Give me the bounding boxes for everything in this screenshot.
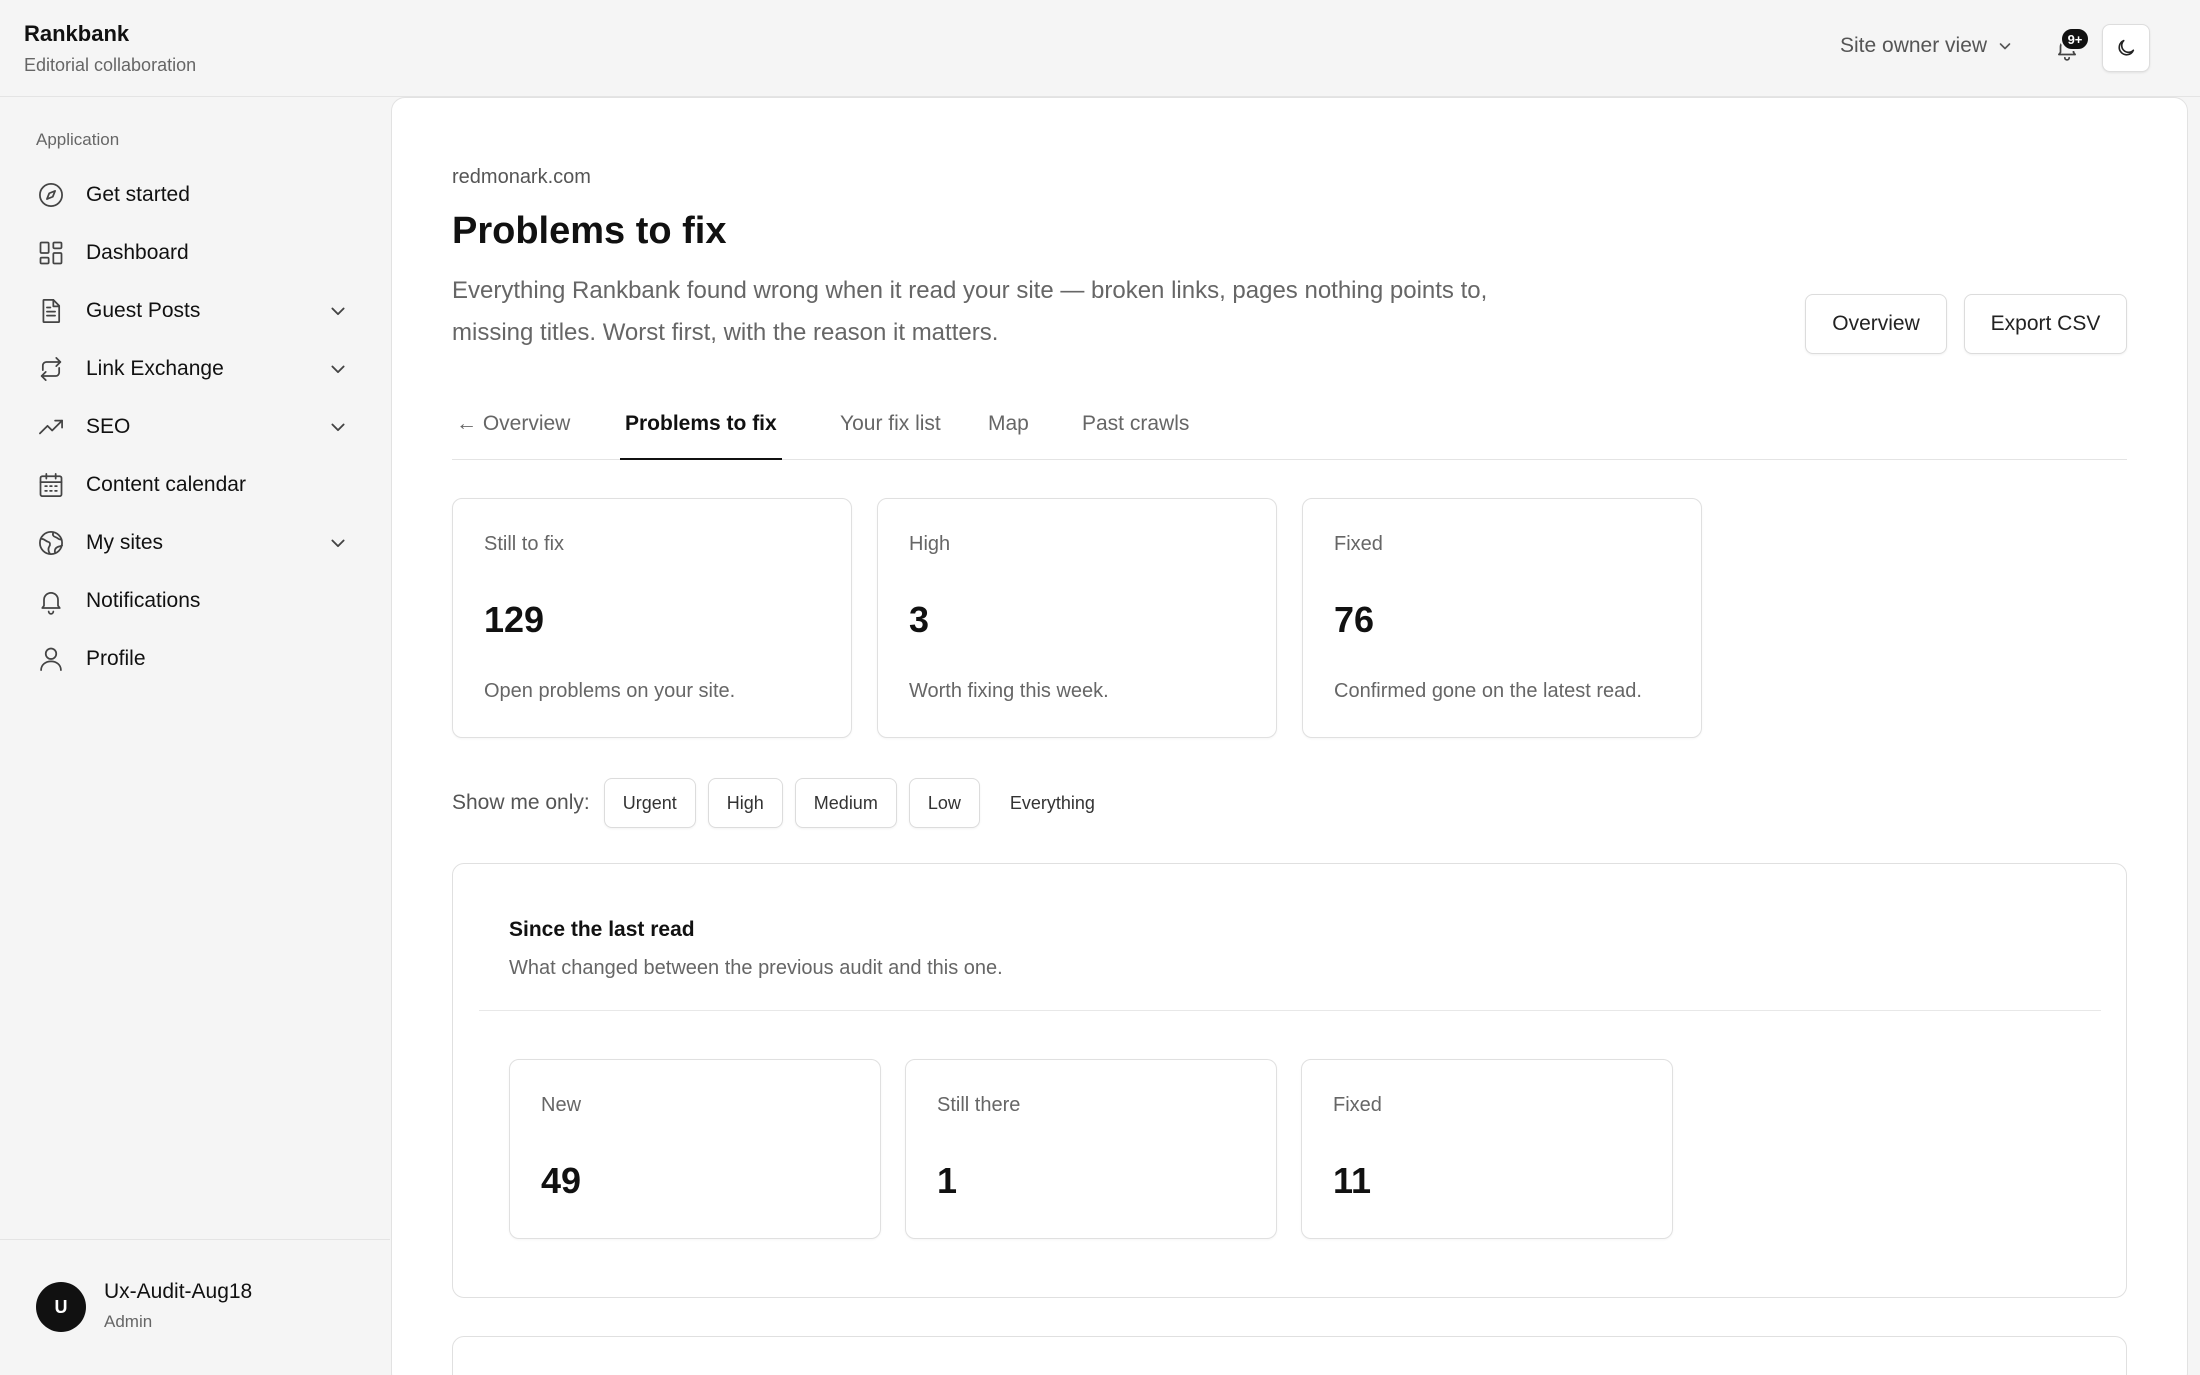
change-value: 1	[937, 1160, 958, 1201]
calendar-icon	[36, 470, 66, 500]
top-bar: Rankbank Editorial collaboration Site ow…	[0, 0, 2200, 97]
compass-icon	[36, 180, 66, 210]
exchange-icon	[36, 354, 66, 384]
tab-past-crawls[interactable]: Past crawls	[1082, 412, 1189, 460]
stat-value: 129	[484, 599, 545, 640]
brand-name: Rankbank	[24, 21, 130, 46]
change-label: New	[541, 1094, 582, 1116]
sidebar-item-get-started[interactable]: Get started	[36, 166, 360, 224]
filter-medium[interactable]: Medium	[794, 778, 897, 828]
notification-badge: 9+	[2060, 27, 2090, 51]
since-last-read-section: Since the last read What changed between…	[452, 863, 2127, 1298]
stat-value: 3	[909, 599, 930, 640]
filter-urgent[interactable]: Urgent	[603, 778, 696, 828]
moon-icon	[2118, 39, 2135, 56]
sidebar-item-label: Notifications	[86, 589, 201, 612]
sidebar-nav: Get started Dashboard Guest Posts Link E…	[36, 166, 360, 688]
stat-card-fixed: Fixed 76 Confirmed gone on the latest re…	[1302, 498, 1702, 738]
stat-note: Open problems on your site.	[484, 680, 736, 702]
problems-list-card	[452, 1336, 2127, 1375]
stat-label: Still to fix	[484, 533, 565, 555]
sidebar-item-content-calendar[interactable]: Content calendar	[36, 456, 360, 514]
sidebar-item-label: Link Exchange	[86, 357, 224, 380]
sidebar-item-link-exchange[interactable]: Link Exchange	[36, 340, 360, 398]
sidebar-item-label: SEO	[86, 415, 131, 438]
sidebar-item-label: My sites	[86, 531, 164, 554]
severity-filter: Show me only: Urgent High Medium Low Eve…	[452, 778, 1125, 828]
stat-card-still-to-fix: Still to fix 129 Open problems on your s…	[452, 498, 852, 738]
chevron-down-icon	[331, 423, 345, 432]
stat-note: Confirmed gone on the latest read.	[1334, 680, 1642, 702]
brand-subtitle: Editorial collaboration	[24, 55, 197, 75]
sidebar-item-dashboard[interactable]: Dashboard	[36, 224, 360, 282]
dashboard-icon	[36, 238, 66, 268]
overview-button[interactable]: Overview	[1805, 294, 1947, 354]
tab-bar: ← Overview Problems to fix Your fix list…	[452, 398, 2127, 460]
sidebar-item-label: Guest Posts	[86, 299, 201, 322]
globe-icon	[36, 528, 66, 558]
sidebar-item-seo[interactable]: SEO	[36, 398, 360, 456]
view-switcher-label: Site owner view	[1840, 34, 1988, 57]
change-label: Fixed	[1333, 1094, 1382, 1116]
filter-label: Show me only:	[452, 791, 590, 814]
theme-toggle-button[interactable]	[2102, 24, 2150, 72]
stat-label: Fixed	[1334, 533, 1383, 555]
change-label: Still there	[937, 1094, 1021, 1116]
section-divider	[479, 1010, 2101, 1011]
chevron-down-icon	[1999, 43, 2011, 50]
filter-everything[interactable]: Everything	[992, 778, 1113, 828]
bell-icon	[36, 586, 66, 616]
change-value: 49	[541, 1160, 582, 1201]
change-card-fixed: Fixed 11	[1301, 1059, 1673, 1239]
stat-label: High	[909, 533, 951, 555]
sidebar-item-notifications[interactable]: Notifications	[36, 572, 360, 630]
section-title: Since the last read	[509, 918, 695, 941]
tab-back-overview[interactable]: ← Overview	[456, 412, 570, 460]
sidebar-item-guest-posts[interactable]: Guest Posts	[36, 282, 360, 340]
sidebar-item-my-sites[interactable]: My sites	[36, 514, 360, 572]
user-name: Ux-Audit-Aug18	[104, 1280, 253, 1303]
tab-problems-to-fix[interactable]: Problems to fix	[620, 412, 782, 460]
main-panel: redmonark.com Problems to fix Everything…	[391, 97, 2188, 1375]
stat-card-high: High 3 Worth fixing this week.	[877, 498, 1277, 738]
user-menu[interactable]: U Ux-Audit-Aug18 Admin	[0, 1239, 390, 1375]
change-card-new: New 49	[509, 1059, 881, 1239]
stat-note: Worth fixing this week.	[909, 680, 1109, 702]
sidebar-item-label: Get started	[86, 183, 190, 206]
document-icon	[36, 296, 66, 326]
page-title: Problems to fix	[452, 210, 727, 252]
sidebar-item-label: Content calendar	[86, 473, 246, 496]
avatar: U	[36, 1282, 86, 1332]
export-csv-button[interactable]: Export CSV	[1964, 294, 2127, 354]
sidebar-item-label: Profile	[86, 647, 146, 670]
view-switcher[interactable]: Site owner view	[1840, 34, 2013, 58]
chevron-down-icon	[331, 365, 345, 374]
brand[interactable]: Rankbank Editorial collaboration	[24, 20, 196, 76]
tab-your-fix-list[interactable]: Your fix list	[840, 412, 941, 460]
user-role: Admin	[104, 1312, 153, 1331]
sidebar-item-profile[interactable]: Profile	[36, 630, 360, 688]
breadcrumb: redmonark.com	[452, 166, 591, 188]
change-card-still-there: Still there 1	[905, 1059, 1277, 1239]
change-value: 11	[1333, 1160, 1372, 1201]
filter-high[interactable]: High	[707, 778, 783, 828]
stat-value: 76	[1334, 599, 1375, 640]
sidebar-group-label: Application	[36, 130, 120, 149]
tab-map[interactable]: Map	[988, 412, 1029, 460]
chevron-down-icon	[331, 307, 345, 316]
section-subtitle: What changed between the previous audit …	[509, 957, 1003, 979]
filter-low[interactable]: Low	[908, 778, 980, 828]
trending-up-icon	[36, 412, 66, 442]
chevron-down-icon	[331, 539, 345, 548]
user-icon	[36, 644, 66, 674]
sidebar: Application Get started Dashboard Guest …	[0, 98, 390, 1375]
page-description: Everything Rankbank found wrong when it …	[452, 277, 1488, 346]
sidebar-item-label: Dashboard	[86, 241, 189, 264]
